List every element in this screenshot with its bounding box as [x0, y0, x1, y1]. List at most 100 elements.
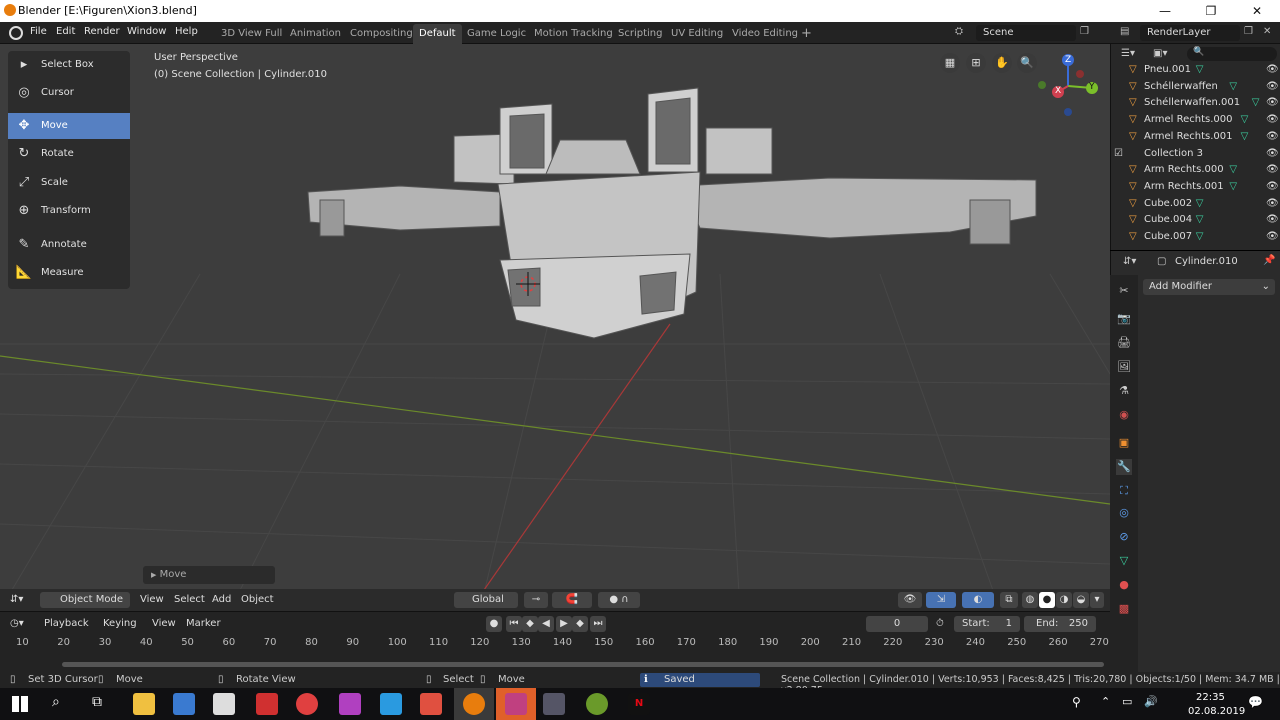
people-icon[interactable]: ⚲	[1072, 695, 1081, 709]
tool-measure[interactable]: 📐 Measure	[8, 260, 130, 286]
close-button[interactable]: ✕	[1234, 1, 1280, 21]
visibility-eye-icon[interactable]: 👁	[1266, 145, 1279, 162]
app-icon-9[interactable]	[543, 693, 565, 715]
render-layer-selector[interactable]: RenderLayer	[1140, 25, 1240, 41]
overlay-toggle-icon[interactable]: ◐	[962, 592, 994, 608]
tool-rotate[interactable]: ↻ Rotate	[8, 141, 130, 167]
outliner-search-input[interactable]: 🔍	[1187, 47, 1277, 61]
render-tab-icon[interactable]: 📷	[1116, 311, 1132, 327]
tool-transform[interactable]: ⊕ Transform	[8, 198, 130, 224]
zoom-region-icon[interactable]: ⊞	[966, 53, 986, 73]
outliner-row[interactable]: ▽ Arm Rechts.000 ▽ 👁	[1111, 161, 1280, 178]
outliner[interactable]: ☰▾ ▣▾ 🔍 ▽ Pneu.001 ▽ 👁 ▽ Schéllerwaffen ▽ 👁 ▽ Sch…	[1110, 44, 1280, 250]
scene-tab-icon[interactable]: ⚗	[1116, 383, 1132, 399]
tab-scripting[interactable]: Scripting	[612, 24, 668, 44]
menu-help[interactable]: Help	[175, 26, 198, 37]
affinity-photo-icon[interactable]	[339, 693, 361, 715]
mode-selector[interactable]: Object Mode	[40, 592, 130, 608]
end-frame-field[interactable]: End: 250	[1024, 616, 1096, 632]
tab-uv-editing[interactable]: UV Editing	[665, 24, 729, 44]
add-modifier-dropdown[interactable]: Add Modifier ⌄	[1143, 279, 1275, 295]
visibility-eye-icon[interactable]: 👁	[1266, 211, 1279, 228]
blender-taskbar-button[interactable]	[454, 688, 494, 720]
mail-icon[interactable]	[213, 693, 235, 715]
outliner-row[interactable]: ▽ Arm Rechts.001 ▽ 👁	[1111, 178, 1280, 195]
play-button[interactable]: ▶	[556, 616, 572, 632]
visibility-eye-icon[interactable]: 👁	[1266, 128, 1279, 145]
constraints-tab-icon[interactable]: ⊘	[1116, 529, 1132, 545]
tab-video-editing[interactable]: Video Editing	[726, 24, 804, 44]
display-mode-icon[interactable]: ▣▾	[1153, 48, 1167, 59]
affinity-designer-icon[interactable]	[380, 693, 402, 715]
scene-selector[interactable]: Scene	[976, 25, 1076, 41]
timeline-editor-icon[interactable]: ◷▾	[10, 616, 24, 632]
outliner-row[interactable]: ▽ Cube.007 ▽ 👁	[1111, 228, 1280, 245]
affinity-publisher-icon[interactable]	[420, 693, 442, 715]
xray-icon[interactable]: ⧉	[1000, 592, 1018, 608]
shading-rendered-icon[interactable]: ◒	[1073, 592, 1089, 608]
menu-keying[interactable]: Keying	[103, 616, 137, 632]
store-icon[interactable]	[173, 693, 195, 715]
tool-cursor[interactable]: ◎ Cursor	[8, 80, 130, 106]
outliner-row[interactable]: ▽ Cube.002 ▽ 👁	[1111, 195, 1280, 212]
output-tab-icon[interactable]: 🖨	[1116, 335, 1132, 351]
clock-icon[interactable]: ⏱	[936, 616, 944, 632]
data-tab-icon[interactable]: ▽	[1116, 553, 1132, 569]
gizmo-toggle-icon[interactable]: ⇲	[926, 592, 956, 608]
jump-end-button[interactable]: ⏭	[590, 616, 606, 632]
scene-icon[interactable]: ⛭	[955, 26, 963, 37]
file-explorer-icon[interactable]	[133, 693, 155, 715]
add-workspace-button[interactable]: +	[795, 24, 818, 44]
menu-file[interactable]: File	[30, 26, 47, 37]
remove-layer-icon[interactable]: ✕	[1263, 26, 1271, 37]
tool-move[interactable]: ✥ Move	[8, 113, 130, 139]
new-layer-icon[interactable]: ❐	[1244, 26, 1253, 37]
next-keyframe-button[interactable]: ◆	[572, 616, 588, 632]
timeline-ruler[interactable]: 10 20 30 40 50 60 70 80 90 100 110 120 130 140 150 160 1…	[0, 636, 1110, 652]
jump-start-button[interactable]: ⏮	[506, 616, 522, 632]
notification-icon[interactable]: 💬	[1248, 695, 1263, 709]
task-view-icon[interactable]: ⧉	[92, 694, 102, 710]
object-tab-icon[interactable]: ▣	[1116, 435, 1132, 451]
play-reverse-button[interactable]: ◀	[538, 616, 554, 632]
last-operator-panel[interactable]: ▶ Move	[143, 566, 275, 584]
shading-options-icon[interactable]: ▾	[1090, 592, 1104, 608]
menu-playback[interactable]: Playback	[44, 616, 89, 632]
clock-date[interactable]: 02.08.2019	[1188, 706, 1245, 717]
outliner-row[interactable]: ▽ Cube.004 ▽ 👁	[1111, 211, 1280, 228]
tab-animation[interactable]: Animation	[284, 24, 347, 44]
outliner-row[interactable]: ▽ Schéllerwaffen.001 ▽ 👁	[1111, 94, 1280, 111]
3d-viewport[interactable]: User Perspective (0) Scene Collection | …	[0, 44, 1110, 610]
menu-marker[interactable]: Marker	[186, 616, 221, 632]
chrome-icon[interactable]	[296, 693, 318, 715]
snap-icon[interactable]: 🧲	[552, 592, 592, 608]
netflix-icon[interactable]: N	[628, 693, 650, 715]
texture-tab-icon[interactable]: ▩	[1116, 601, 1132, 617]
visibility-eye-icon[interactable]: 👁	[1266, 161, 1279, 178]
menu-render[interactable]: Render	[84, 26, 120, 37]
camera-view-icon[interactable]: ▦	[940, 53, 960, 73]
maximize-button[interactable]: ❐	[1188, 1, 1234, 21]
active-app-taskbar-button[interactable]	[496, 688, 536, 720]
transform-orientation-selector[interactable]: Global	[454, 592, 518, 608]
visibility-eye-icon[interactable]: 👁	[1266, 228, 1279, 245]
menu-timeline-view[interactable]: View	[152, 616, 176, 632]
network-icon[interactable]: ▭	[1122, 695, 1132, 708]
clock-time[interactable]: 22:35	[1196, 692, 1225, 703]
blender-menu-icon[interactable]	[9, 26, 23, 40]
tool-scale[interactable]: ⤢ Scale	[8, 170, 130, 196]
start-frame-field[interactable]: Start: 1	[954, 616, 1020, 632]
visibility-icon[interactable]: 👁	[898, 592, 922, 608]
visibility-eye-icon[interactable]: 👁	[1266, 195, 1279, 212]
tab-motion-tracking[interactable]: Motion Tracking	[528, 24, 619, 44]
visibility-eye-icon[interactable]: 👁	[1266, 111, 1279, 128]
editor-type-icon[interactable]: ⇵▾	[10, 592, 23, 608]
tray-chevron-icon[interactable]: ⌃	[1101, 695, 1110, 708]
outliner-row[interactable]: ▽ Armel Rechts.000 ▽ 👁	[1111, 111, 1280, 128]
menu-object[interactable]: Object	[241, 592, 274, 608]
outliner-row[interactable]: ☑ Collection 3 👁	[1111, 145, 1280, 162]
visibility-eye-icon[interactable]: 👁	[1266, 61, 1279, 78]
outliner-row[interactable]: ▽ Armel Rechts.001 ▽ 👁	[1111, 128, 1280, 145]
shading-solid-icon[interactable]: ●	[1039, 592, 1055, 608]
pan-hand-icon[interactable]: ✋	[992, 53, 1012, 73]
